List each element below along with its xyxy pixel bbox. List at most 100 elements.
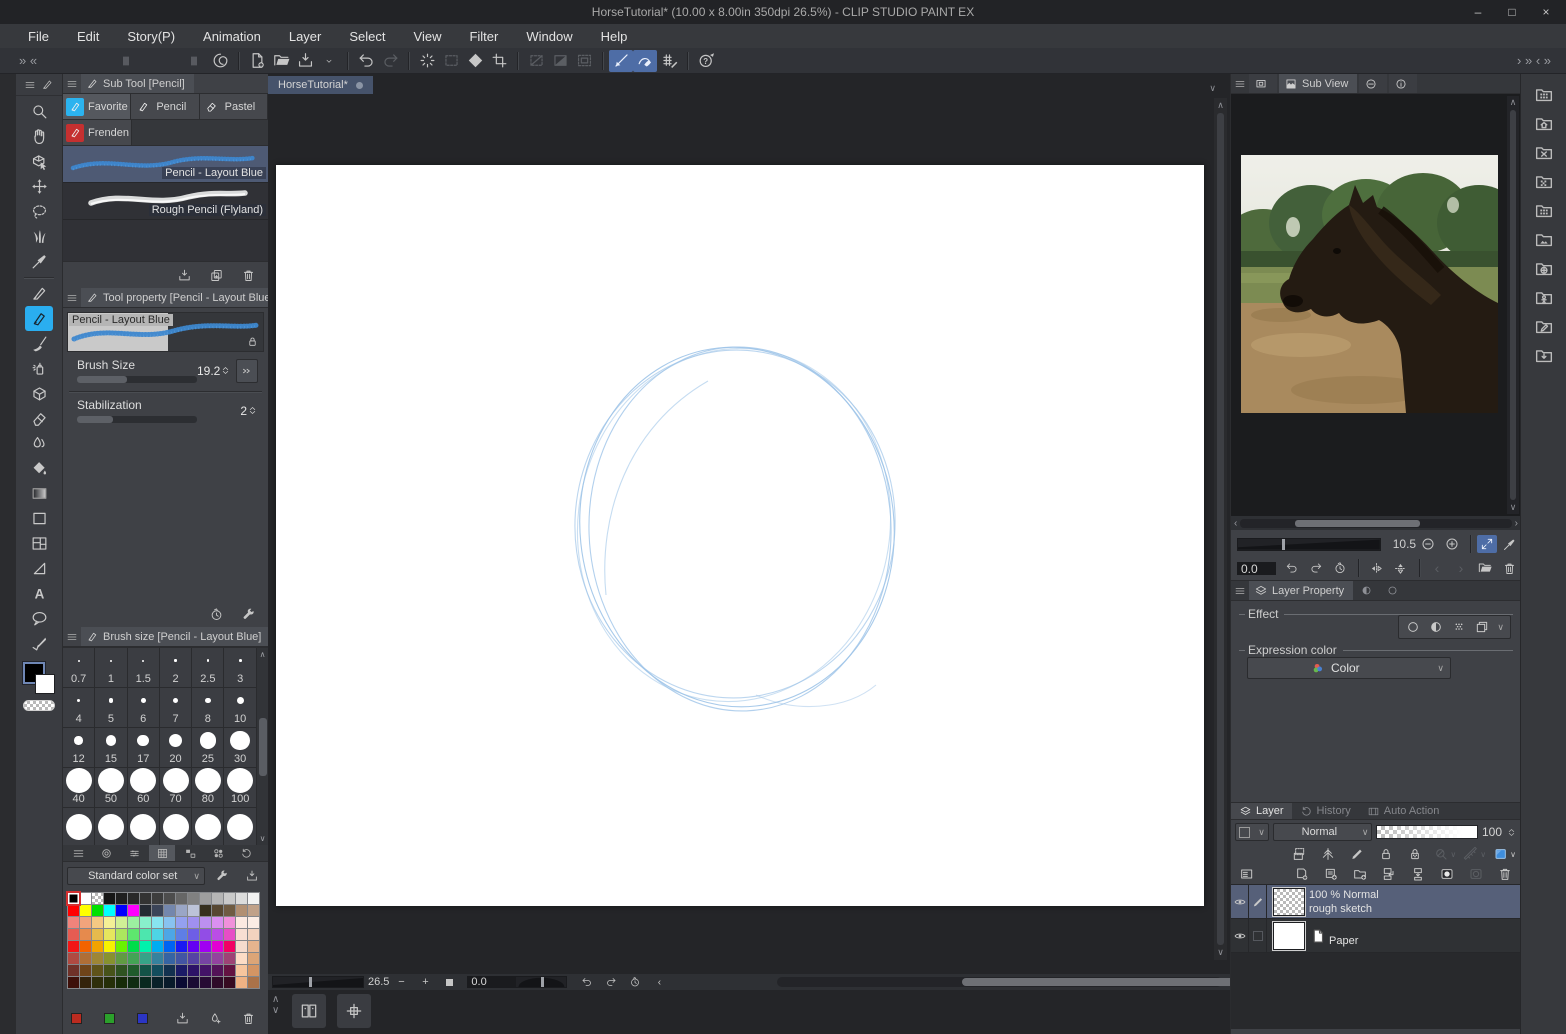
brush-size-70[interactable]: 70 (159, 768, 193, 808)
menu-animation[interactable]: Animation (189, 24, 275, 48)
brush-size-5[interactable]: 5 (95, 688, 128, 728)
snap-to-ruler-button[interactable] (609, 49, 634, 72)
layer-row[interactable]: Paper (1231, 919, 1521, 953)
sub-tool-group-favorite[interactable]: Favorite (63, 94, 132, 119)
tab-color-slider[interactable] (121, 845, 147, 861)
color-swatch[interactable] (176, 929, 187, 940)
tool-fill[interactable] (25, 456, 53, 481)
tool-operation[interactable] (25, 149, 53, 174)
sub-view-reset-button[interactable] (1328, 557, 1352, 579)
color-swatch[interactable] (236, 953, 247, 964)
create-layer-mask-button[interactable] (1435, 865, 1459, 883)
color-swatch[interactable] (128, 905, 139, 916)
color-swatch[interactable] (188, 965, 199, 976)
scroll-up-icon[interactable]: ∧ (1510, 97, 1517, 108)
canvas-vertical-scrollbar[interactable]: ∧ ∨ (1214, 98, 1227, 960)
panel-grip-icon[interactable] (118, 53, 134, 69)
sub-view-vertical-scrollbar[interactable]: ∧ ∨ (1507, 96, 1519, 514)
tool-property-menu-icon[interactable] (63, 292, 81, 304)
color-swatch[interactable] (152, 953, 163, 964)
color-swatch[interactable] (200, 893, 211, 904)
clear-outside-selection-button[interactable] (439, 50, 463, 72)
import-color-set-button[interactable] (240, 865, 264, 887)
zoom-slider[interactable] (272, 976, 364, 988)
color-swatch[interactable] (176, 953, 187, 964)
sub-view-fit-button[interactable] (1477, 535, 1497, 553)
color-swatch[interactable] (224, 965, 235, 976)
tool-divide-frame[interactable] (25, 531, 53, 556)
layer-thumbnail[interactable] (1272, 886, 1306, 917)
tab-sub-view[interactable]: Sub View (1279, 74, 1358, 93)
rot-cw-button[interactable] (599, 975, 623, 989)
color-swatch[interactable] (152, 929, 163, 940)
brush-size-4[interactable]: 4 (63, 688, 96, 728)
color-swatch[interactable] (116, 905, 127, 916)
layer-visibility-toggle[interactable] (1231, 919, 1249, 952)
color-swatch[interactable] (68, 929, 79, 940)
sub-view-menu-icon[interactable] (1231, 78, 1249, 90)
layer-property-menu-icon[interactable] (1231, 585, 1249, 597)
tab-list-chevron-icon[interactable]: ∨ (1209, 83, 1216, 94)
page-spread-view-button[interactable] (292, 994, 326, 1028)
sub-view-zoom-slider[interactable] (1237, 537, 1381, 551)
transfer-to-lower-layer-button[interactable] (1377, 865, 1401, 883)
menu-view[interactable]: View (400, 24, 456, 48)
opacity-spinner[interactable] (1506, 827, 1517, 838)
color-swatch[interactable] (200, 965, 211, 976)
new-layer-folder-button[interactable] (1348, 865, 1372, 883)
color-swatch[interactable] (140, 941, 151, 952)
brush-size-2.5[interactable]: 2.5 (192, 648, 225, 688)
layer-palette-options-button[interactable] (1235, 865, 1259, 883)
apply-mask-button[interactable] (1464, 865, 1488, 883)
color-swatch[interactable] (236, 917, 247, 928)
tab-item-bank[interactable] (1359, 74, 1388, 93)
sub-color-swatch[interactable] (35, 674, 55, 694)
brush-size-7[interactable]: 7 (159, 688, 193, 728)
register-color-button[interactable] (170, 1007, 194, 1029)
color-swatch[interactable] (92, 941, 103, 952)
new-document-button[interactable] (245, 50, 269, 72)
history-color-swatch[interactable] (137, 1012, 148, 1024)
brush-size-30[interactable]: 30 (224, 728, 257, 768)
color-swatch[interactable] (236, 977, 247, 988)
color-swatch[interactable] (152, 941, 163, 952)
color-swatch[interactable] (128, 941, 139, 952)
color-swatch[interactable] (236, 905, 247, 916)
color-swatch[interactable] (80, 965, 91, 976)
blend-mode-select[interactable]: Normal ∨ (1272, 823, 1373, 841)
color-swatch[interactable] (104, 893, 115, 904)
menu-edit[interactable]: Edit (63, 24, 113, 48)
brush-size-60[interactable]: 60 (127, 768, 160, 808)
color-swatch[interactable] (140, 965, 151, 976)
merge-with-lower-layer-button[interactable] (1406, 865, 1430, 883)
maximize-button[interactable]: □ (1498, 0, 1526, 24)
menu-window[interactable]: Window (512, 24, 586, 48)
deselect-button[interactable] (524, 50, 548, 72)
opacity-slider[interactable] (1376, 825, 1478, 839)
tool-gradient[interactable] (25, 481, 53, 506)
color-swatch[interactable] (128, 929, 139, 940)
lock-layer-button[interactable] (1374, 845, 1398, 863)
color-swatch[interactable] (164, 953, 175, 964)
material-folder-illustration-button[interactable] (1529, 227, 1559, 251)
tab-color-wheel[interactable] (93, 845, 119, 861)
color-swatch[interactable] (92, 905, 103, 916)
color-swatch[interactable] (176, 965, 187, 976)
sub-view-zoom-out-button[interactable] (1416, 533, 1440, 555)
color-swatch[interactable] (80, 905, 91, 916)
border-effect-button[interactable] (1405, 619, 1421, 635)
color-swatch[interactable] (248, 905, 259, 916)
color-set-select[interactable]: Standard color set ∨ (67, 867, 205, 885)
color-swatch[interactable] (92, 929, 103, 940)
color-swatch[interactable] (92, 977, 103, 988)
color-swatch[interactable] (164, 965, 175, 976)
material-folder-monochromatic-button[interactable] (1529, 140, 1559, 164)
color-swatch[interactable] (188, 941, 199, 952)
brush-size-20[interactable]: 20 (159, 728, 193, 768)
new-layer-dialog-button[interactable] (1319, 865, 1343, 883)
draft-layer-button[interactable] (1316, 845, 1340, 863)
brush-size-panel-tab[interactable]: Brush size [Pencil - Layout Blue] (81, 627, 268, 646)
expression-color-select[interactable]: Color ∨ (1247, 657, 1451, 679)
color-swatch[interactable] (164, 941, 175, 952)
tool-balloon[interactable] (25, 606, 53, 631)
